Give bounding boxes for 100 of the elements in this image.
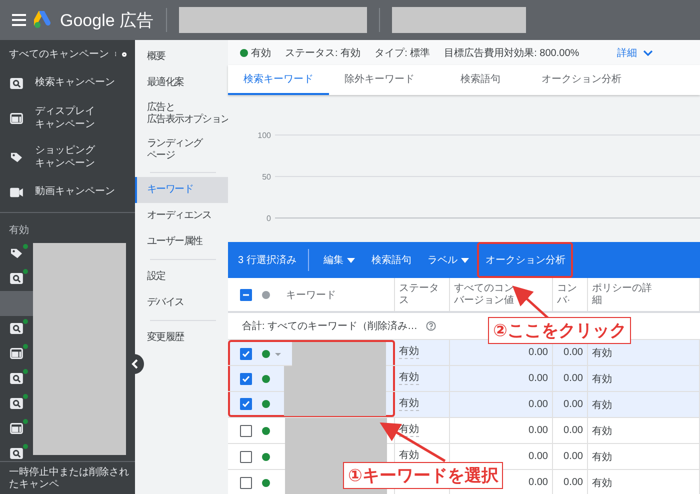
column-header[interactable]: ステータス	[399, 283, 445, 306]
type-text: タイプ: 標準	[374, 46, 430, 60]
axis-tick: 50	[262, 172, 271, 182]
sidebar-title: すべてのキャンペーン	[9, 48, 109, 61]
checkbox[interactable]	[240, 398, 252, 410]
table-cell: 0.00	[564, 399, 583, 410]
status-dot	[262, 426, 270, 434]
table-cell: 0.00	[528, 347, 548, 358]
product-name: Google 広告	[60, 10, 154, 32]
status-dot	[23, 318, 28, 324]
table-cell: 0.00	[528, 477, 548, 488]
search-icon	[10, 448, 23, 458]
tab[interactable]: 検索キーワード	[228, 65, 329, 95]
axis-tick: 0	[266, 214, 271, 223]
table-cell: 有効	[399, 346, 419, 359]
table-row[interactable]: 有効 0.00 0.00 有効	[228, 366, 700, 392]
status-dot	[262, 400, 270, 408]
column-header[interactable]: すべてのコンバージョン値	[454, 283, 516, 306]
sidebar-footer[interactable]: 一時停止中または削除されたキャンペ	[9, 467, 129, 491]
selection-count: 3 行選択済み	[238, 254, 296, 267]
callout-label: ①キーワードを選択	[343, 462, 504, 489]
checkbox[interactable]	[240, 424, 252, 436]
menu-icon[interactable]	[12, 14, 26, 26]
status-dot	[23, 244, 28, 248]
status-dot	[23, 368, 28, 374]
display-icon	[10, 113, 23, 124]
display-icon	[10, 348, 23, 358]
check-icon	[242, 374, 250, 382]
status-dot	[262, 350, 270, 358]
table-cell-text: 有効	[592, 424, 612, 438]
search-icon	[10, 372, 23, 384]
axis-tick: 100	[258, 131, 271, 140]
nav-item[interactable]: 変更履歴	[135, 325, 228, 351]
table-row[interactable]: 有効 0.00 0.00 有効	[228, 392, 700, 418]
action-button[interactable]: オークション分析	[477, 242, 574, 278]
status-dot	[23, 394, 28, 398]
callout-label: ②ここをクリック	[488, 317, 632, 344]
table-cell-text: 有効	[592, 372, 612, 386]
section-label: 有効	[8, 224, 30, 238]
table-cell: 有効	[399, 398, 419, 411]
table-cell: 0.00	[564, 425, 583, 436]
status-dot	[23, 418, 28, 424]
target-text: 目標広告費用対効果: 800.00%	[444, 46, 580, 60]
check-icon	[242, 400, 250, 408]
nav-item[interactable]: ランディング ページ	[135, 132, 228, 168]
column-header[interactable]: キーワード	[286, 288, 336, 302]
checkbox[interactable]	[240, 348, 252, 360]
table-cell-text: 有効	[592, 398, 612, 412]
action-button[interactable]: 検索語句	[363, 242, 420, 278]
table-row[interactable]: 有効 0.00 0.00 有効	[228, 418, 700, 444]
nav-item[interactable]: オーディエンス	[135, 203, 228, 229]
details-link[interactable]: 詳細	[617, 46, 654, 60]
action-button[interactable]: ラベル	[419, 242, 478, 278]
tab[interactable]: 除外キーワード	[329, 65, 430, 95]
checkbox[interactable]	[240, 372, 252, 384]
column-header[interactable]: ポリシーの詳細	[592, 283, 654, 306]
table-row[interactable]: 有効 0.00 0.00 有効	[228, 340, 700, 366]
status-dot	[23, 444, 28, 448]
action-button[interactable]: 編集	[315, 242, 364, 278]
status-dot	[23, 344, 28, 348]
arrow	[512, 286, 549, 319]
campaign-type[interactable]: 検索キャンペーン	[35, 77, 115, 90]
search-icon	[10, 78, 23, 89]
tag-icon	[10, 152, 23, 163]
nav-item[interactable]: 設定	[135, 264, 228, 290]
search-icon	[10, 272, 23, 284]
nav-item[interactable]: 概要	[135, 44, 228, 70]
status-dot	[240, 48, 248, 56]
search-icon	[10, 322, 23, 334]
table-cell-text: 有効	[592, 450, 612, 464]
table-cell: 0.00	[528, 399, 548, 410]
table-cell: 有効	[399, 372, 419, 385]
check-icon	[242, 350, 250, 358]
video-icon	[10, 187, 23, 198]
nav-item[interactable]: ユーザー属性	[135, 229, 228, 255]
nav-item[interactable]: デバイス	[135, 290, 228, 316]
table-cell: 0.00	[564, 347, 583, 358]
table-cell: 有効	[399, 424, 419, 437]
status-dot	[262, 290, 270, 298]
table-cell: 0.00	[564, 477, 583, 488]
column-header[interactable]: コンバ·	[557, 283, 583, 306]
tab[interactable]: 検索語句	[430, 65, 531, 95]
status-dot	[262, 452, 270, 460]
nav-item[interactable]: 最適化案	[135, 70, 228, 96]
status-dot	[262, 374, 270, 382]
table-cell: 0.00	[528, 425, 548, 436]
tab[interactable]: オークション分析	[531, 65, 632, 95]
arrow	[380, 422, 446, 462]
campaign-type[interactable]: 動画キャンペーン	[35, 186, 115, 199]
status-text: ステータス: 有効	[285, 46, 361, 60]
total-label: 合計: すべてのキーワード（削除済み…	[242, 320, 418, 333]
checkbox[interactable]	[240, 288, 252, 300]
help-icon[interactable]	[426, 321, 436, 331]
search-icon	[10, 398, 23, 408]
display-icon	[10, 422, 23, 434]
campaign-type[interactable]: ショッピング キャンペーン	[35, 145, 95, 170]
checkbox[interactable]	[240, 450, 252, 462]
checkbox[interactable]	[240, 476, 252, 488]
table-cell: 0.00	[528, 373, 548, 384]
campaign-type[interactable]: ディスプレイ キャンペーン	[35, 106, 95, 131]
